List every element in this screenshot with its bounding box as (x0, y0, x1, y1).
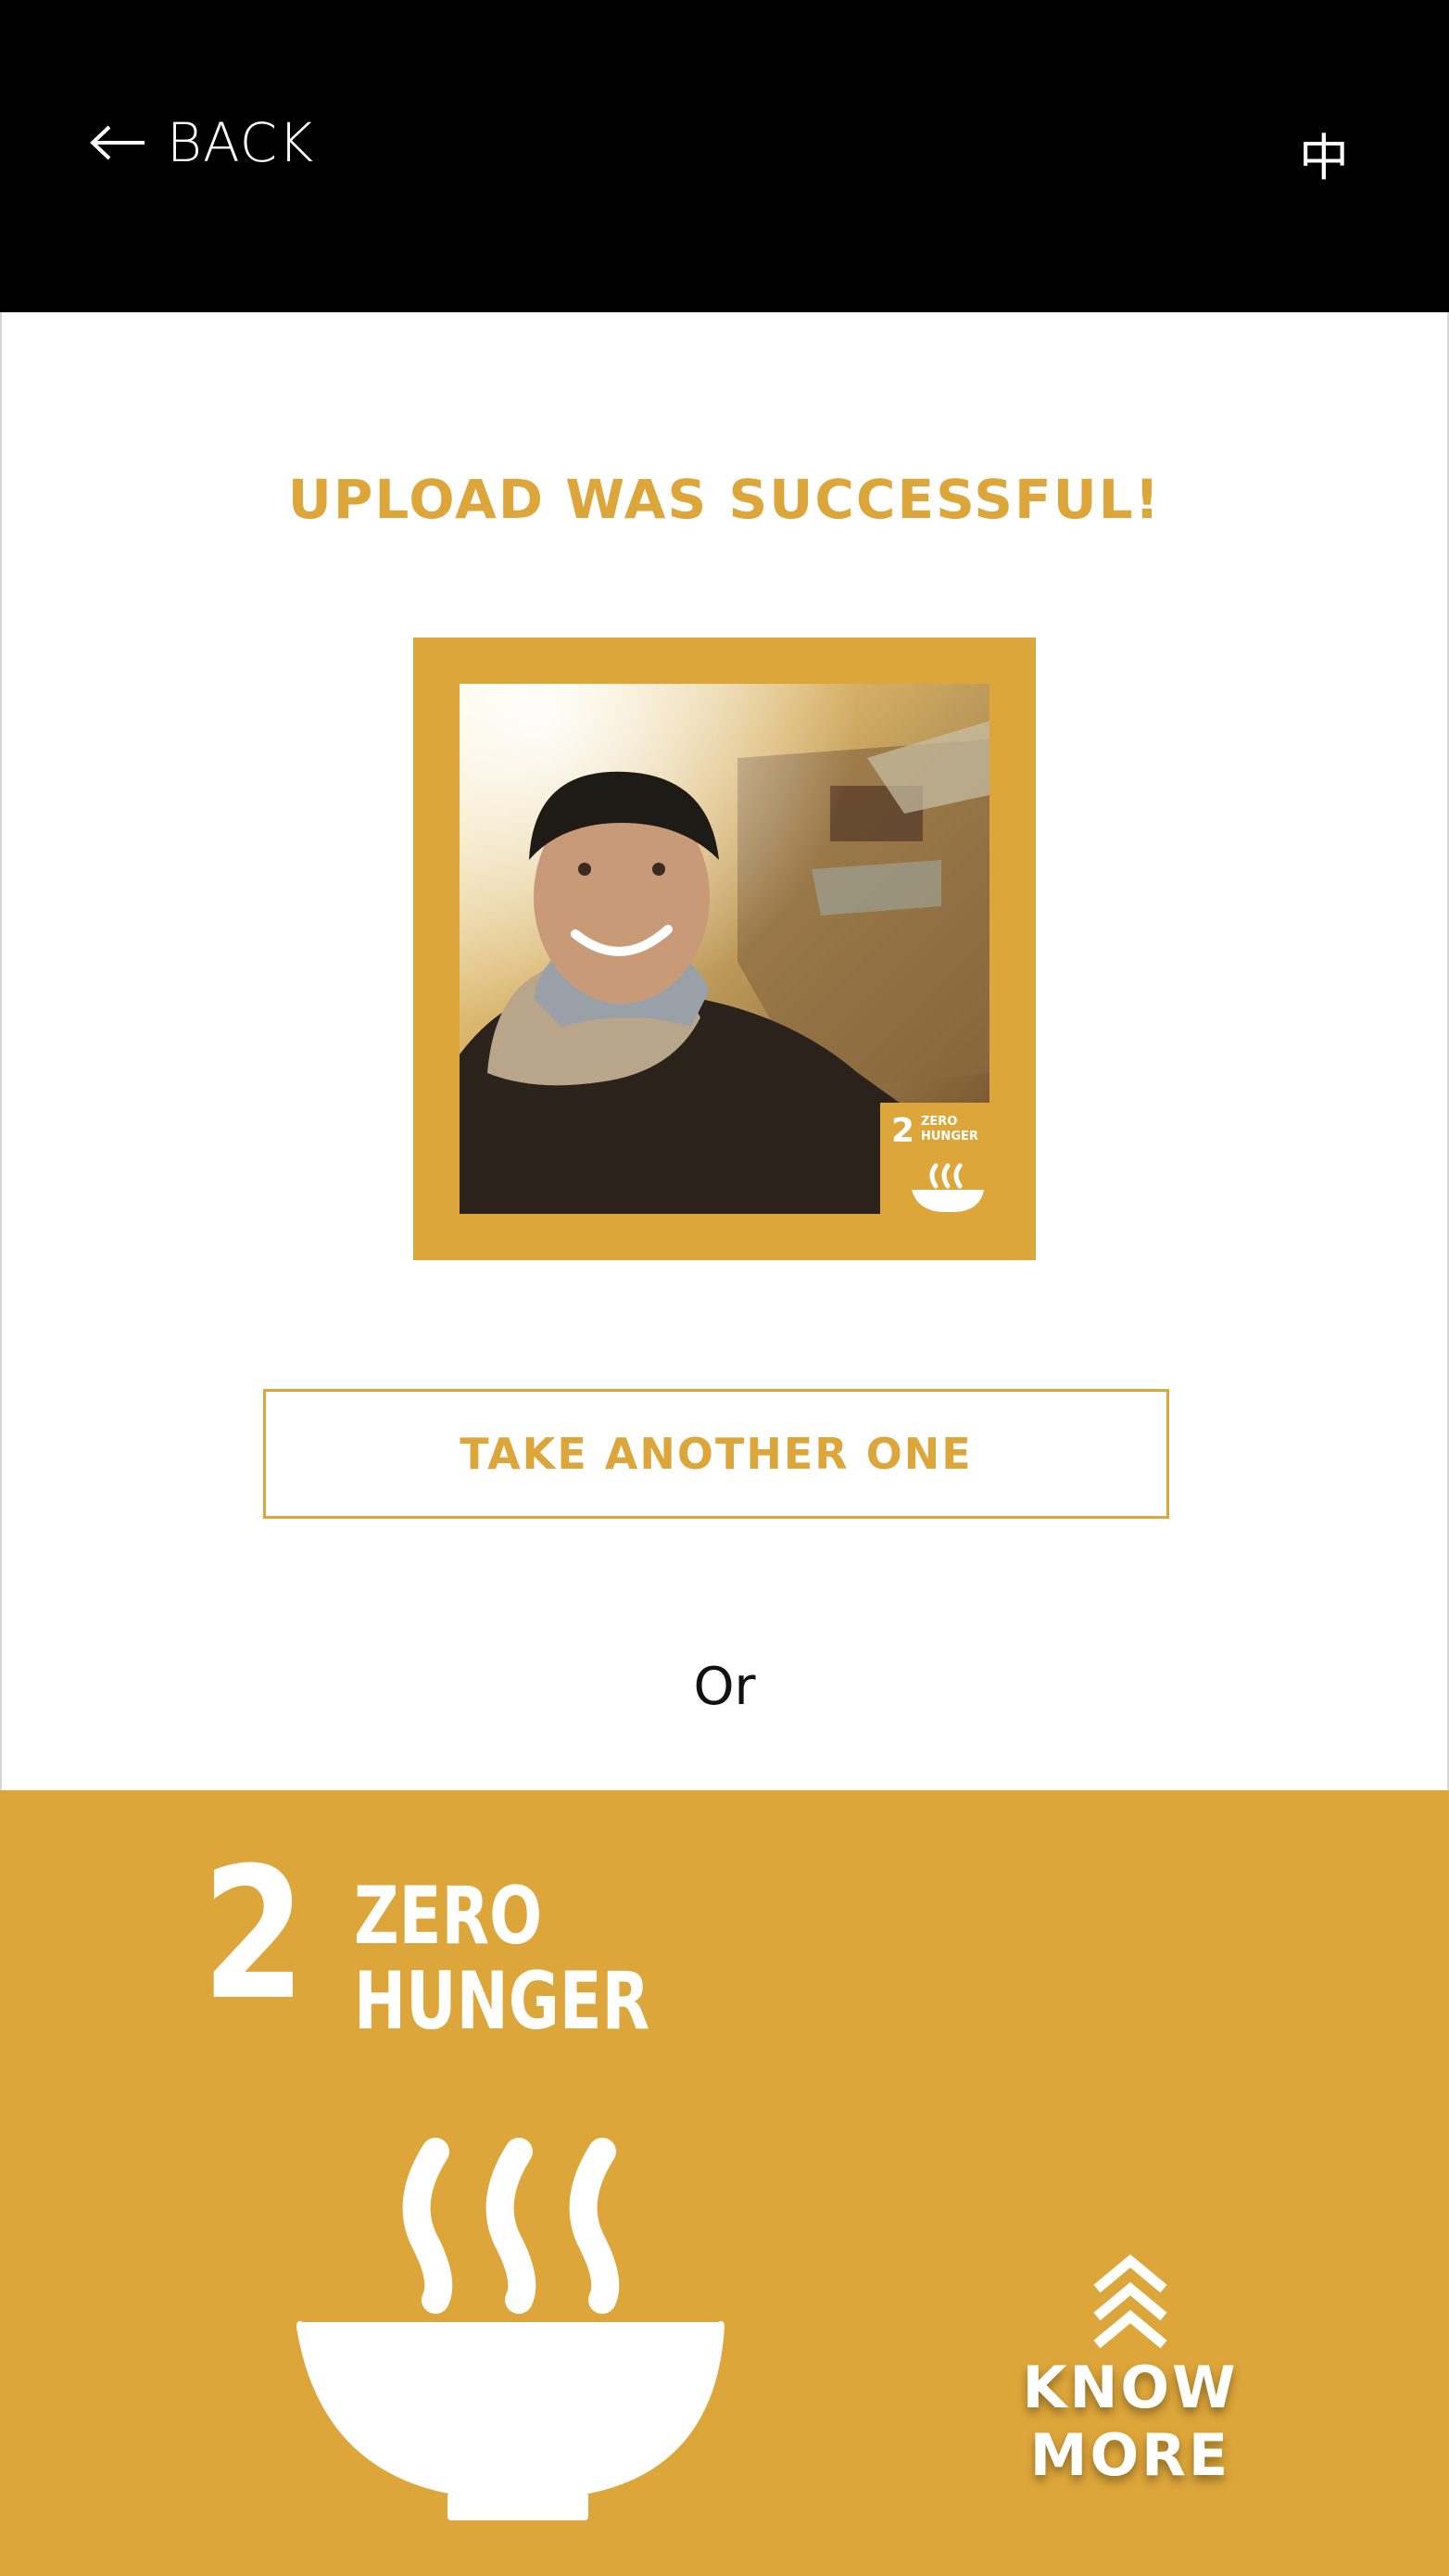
goal-panel: 2 ZERO HUNGER KNOW MORE (0, 1790, 1449, 2576)
bowl-icon: 2 ZERO HUNGER (891, 1112, 984, 1212)
photo-badge-line1: ZERO (921, 1115, 957, 1129)
photo-goal-badge: 2 ZERO HUNGER (880, 1103, 989, 1214)
or-separator: Or (693, 1657, 756, 1717)
uploaded-photo-frame: 2 ZERO HUNGER (413, 638, 1036, 1260)
back-button[interactable]: BACK (89, 111, 314, 174)
language-toggle[interactable]: 中 (1299, 117, 1349, 190)
know-more-button[interactable]: KNOW MORE (926, 2254, 1334, 2489)
page-border-left (0, 312, 2, 1790)
photo-badge-number: 2 (891, 1112, 914, 1150)
take-another-button[interactable]: TAKE ANOTHER ONE (263, 1389, 1169, 1519)
bowl-icon (296, 2138, 724, 2520)
upload-status-title: UPLOAD WAS SUCCESSFUL! (287, 468, 1162, 531)
goal-title: ZERO HUNGER (354, 1874, 649, 2044)
goal-title-line1: ZERO (354, 1870, 543, 1963)
goal-number: 2 (202, 1829, 306, 2040)
photo-badge-line2: HUNGER (921, 1130, 978, 1143)
arrow-left-icon (90, 125, 145, 160)
back-label: BACK (167, 111, 315, 174)
know-more-label: KNOW MORE (1022, 2354, 1239, 2489)
top-bar: BACK 中 (0, 0, 1449, 312)
double-chevron-up-icon (1093, 2254, 1167, 2349)
goal-title-line2: HUNGER (354, 1955, 650, 2049)
